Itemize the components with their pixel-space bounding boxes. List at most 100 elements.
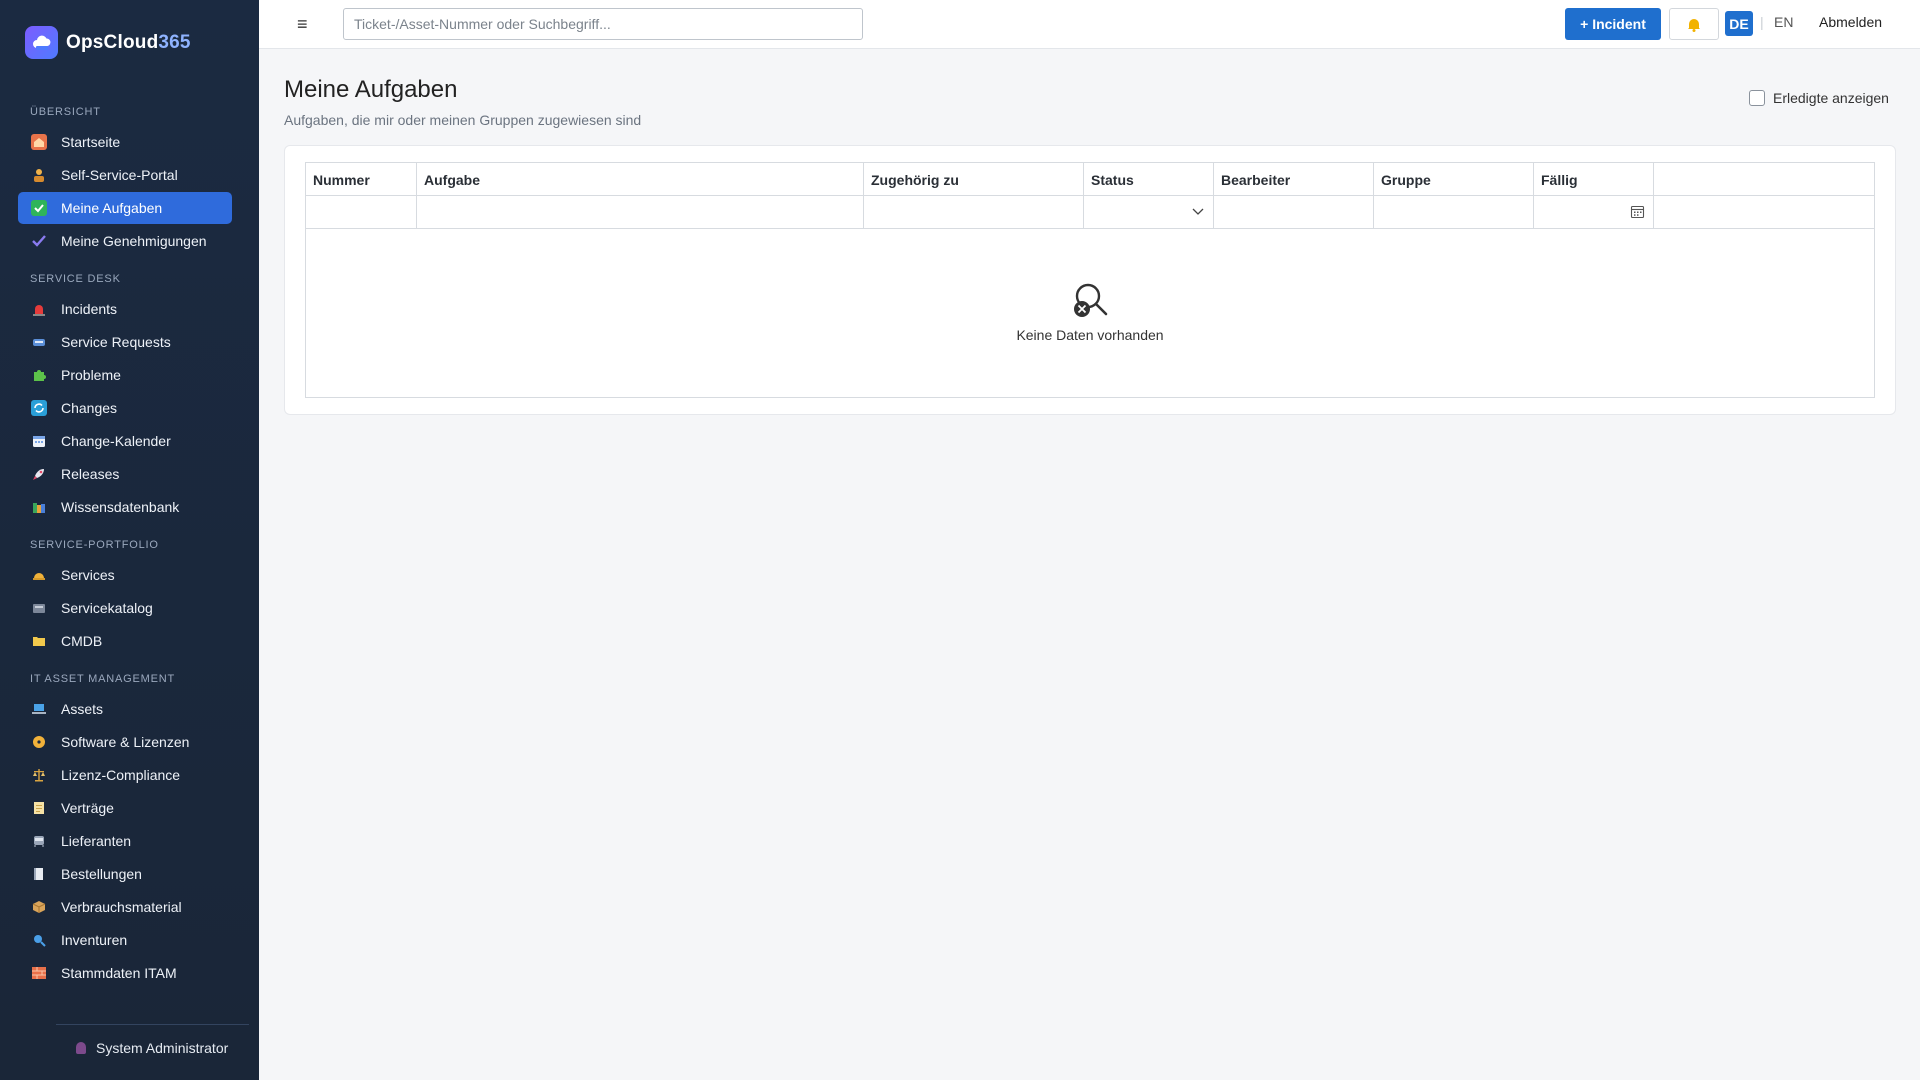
sidebar-item-label: Software & Lizenzen [61,734,190,750]
cloud-logo-icon [25,26,58,59]
sidebar-item-vertraege[interactable]: Verträge [18,792,232,824]
scales-icon [31,767,47,783]
laptop-icon [31,701,47,717]
sidebar-item-wissensdatenbank[interactable]: Wissensdatenbank [18,491,232,523]
magnifier-icon [31,932,47,948]
language-en-button[interactable]: EN [1774,14,1793,30]
language-de-button[interactable]: DE [1725,11,1753,36]
sidebar-item-label: Meine Genehmigungen [61,233,207,249]
sidebar-item-software-lizenzen[interactable]: Software & Lizenzen [18,726,232,758]
sidebar-item-label: Service Requests [61,334,171,350]
sidebar-item-lieferanten[interactable]: Lieferanten [18,825,232,857]
column-header-nummer[interactable]: Nummer [306,163,417,195]
bricks-icon [31,965,47,981]
books-icon [31,499,47,515]
sidebar-item-bestellungen[interactable]: Bestellungen [18,858,232,890]
filter-nummer-input[interactable] [306,196,417,228]
rocket-icon [31,466,47,482]
sidebar-divider [56,1024,249,1025]
filter-bearbeiter-input[interactable] [1214,196,1374,228]
sidebar-item-change-kalender[interactable]: Change-Kalender [18,425,232,457]
disc-icon [31,734,47,750]
filter-status-select[interactable] [1084,196,1214,228]
tasks-card: Nummer Aufgabe Zugehörig zu Status Bearb… [284,145,1896,415]
sidebar-item-inventuren[interactable]: Inventuren [18,924,232,956]
sidebar-item-label: Lieferanten [61,833,132,849]
folder-icon [31,633,47,649]
sidebar-item-label: CMDB [61,633,103,649]
brand[interactable]: OpsCloud365 [25,26,191,59]
filter-faellig-date[interactable] [1534,196,1654,228]
no-results-search-icon [1074,283,1108,317]
filter-gruppe-input[interactable] [1374,196,1534,228]
sidebar-item-label: Assets [61,701,104,717]
sidebar-item-label: Inventuren [61,932,128,948]
notifications-button[interactable] [1669,8,1719,40]
search-input[interactable] [343,8,863,40]
empty-state: Keine Daten vorhanden [306,229,1874,397]
filter-zugehoerig-input[interactable] [864,196,1084,228]
siren-icon [31,301,47,317]
logout-link[interactable]: Abmelden [1819,14,1882,30]
column-header-gruppe[interactable]: Gruppe [1374,163,1534,195]
topbar: ≡ + Incident DE | EN Abmelden [259,0,1920,49]
column-header-faellig[interactable]: Fällig [1534,163,1654,195]
column-header-zugehoerig-zu[interactable]: Zugehörig zu [864,163,1084,195]
sidebar-item-label: Wissensdatenbank [61,499,180,515]
sidebar-item-probleme[interactable]: Probleme [18,359,232,391]
new-incident-button[interactable]: + Incident [1565,8,1661,40]
sidebar-item-label: Verträge [61,800,114,816]
sidebar-item-self-service-portal[interactable]: Self-Service-Portal [18,159,232,191]
sidebar-item-label: Bestellungen [61,866,142,882]
sidebar-item-label: Change-Kalender [61,433,171,449]
show-done-toggle[interactable]: Erledigte anzeigen [1749,90,1889,106]
document-icon [31,800,47,816]
sidebar-item-releases[interactable]: Releases [18,458,232,490]
sidebar-item-label: Meine Aufgaben [61,200,163,216]
home-icon [31,134,47,150]
column-header-aufgabe[interactable]: Aufgabe [417,163,864,195]
sidebar-item-lizenz-compliance[interactable]: Lizenz-Compliance [18,759,232,791]
sidebar-nav: ÜBERSICHT Startseite Self-Service-Portal… [18,98,232,990]
hamburger-menu-icon[interactable]: ≡ [297,13,308,35]
receipt-icon [31,866,47,882]
column-header-status[interactable]: Status [1084,163,1214,195]
filter-aufgabe-input[interactable] [417,196,864,228]
truck-icon [31,833,47,849]
check-box-icon [31,200,47,216]
sidebar-item-servicekatalog[interactable]: Servicekatalog [18,592,232,624]
current-user[interactable]: System Administrator [76,1040,228,1056]
catalog-icon [31,600,47,616]
sidebar-item-cmdb[interactable]: CMDB [18,625,232,657]
calendar-icon [31,433,47,449]
user-icon [76,1042,86,1054]
sidebar-item-startseite[interactable]: Startseite [18,126,232,158]
table-header-row: Nummer Aufgabe Zugehörig zu Status Bearb… [306,163,1874,196]
sidebar-item-services[interactable]: Services [18,559,232,591]
page-title: Meine Aufgaben [284,76,458,103]
sidebar-item-changes[interactable]: Changes [18,392,232,424]
show-done-checkbox[interactable] [1749,90,1765,106]
sidebar-item-incidents[interactable]: Incidents [18,293,232,325]
sidebar-item-label: Verbrauchsmaterial [61,899,182,915]
sidebar-item-stammdaten-itam[interactable]: Stammdaten ITAM [18,957,232,989]
package-icon [31,899,47,915]
table-filter-row [306,196,1874,229]
sidebar-item-meine-genehmigungen[interactable]: Meine Genehmigungen [18,225,232,257]
sidebar-item-meine-aufgaben[interactable]: Meine Aufgaben [18,192,232,224]
sidebar-item-label: Releases [61,466,120,482]
person-icon [31,167,47,183]
empty-state-text: Keine Daten vorhanden [1016,327,1164,343]
column-header-bearbeiter[interactable]: Bearbeiter [1214,163,1374,195]
sidebar-item-service-requests[interactable]: Service Requests [18,326,232,358]
sidebar-item-verbrauchsmaterial[interactable]: Verbrauchsmaterial [18,891,232,923]
calendar-icon[interactable] [1630,204,1645,219]
current-user-name: System Administrator [96,1040,229,1056]
section-title-service-desk: SERVICE DESK [30,273,121,285]
sidebar-item-label: Startseite [61,134,121,150]
sidebar-item-assets[interactable]: Assets [18,693,232,725]
sidebar-item-label: Servicekatalog [61,600,153,616]
section-title-itam: IT ASSET MANAGEMENT [30,673,175,685]
chevron-down-icon [1192,208,1204,215]
sidebar-item-label: Services [61,567,115,583]
